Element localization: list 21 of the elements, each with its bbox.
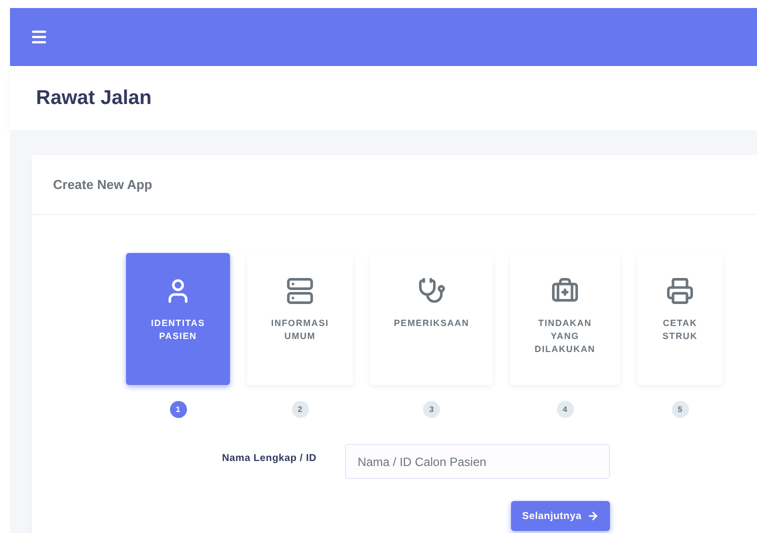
step-number: 3 <box>423 401 440 418</box>
step-tab[interactable]: TINDAKAN YANG DILAKUKAN <box>510 253 620 385</box>
server-icon <box>286 277 314 305</box>
step-tab[interactable]: INFORMASI UMUM <box>247 253 353 385</box>
printer-icon <box>666 277 694 305</box>
stethoscope-icon <box>418 277 446 305</box>
step-number: 1 <box>170 401 186 418</box>
step-number: 5 <box>672 401 688 418</box>
step-tab[interactable]: PEMERIKSAAN <box>370 253 493 385</box>
step-tab[interactable]: CETAK STRUK <box>637 253 723 385</box>
card-title: Create New App <box>53 177 152 192</box>
step-tab[interactable]: IDENTITAS PASIEN <box>126 253 230 385</box>
menu-button[interactable] <box>30 28 48 46</box>
arrow-icon <box>586 510 599 522</box>
next-button[interactable]: Selanjutnya <box>511 501 610 531</box>
page-title: Rawat Jalan <box>36 86 152 110</box>
menu-icon <box>30 28 48 46</box>
field-label: Nama Lengkap / ID <box>222 452 317 464</box>
step-number: 4 <box>556 401 574 418</box>
step-number: 2 <box>292 401 308 418</box>
name-input-field[interactable]: Nama / ID Calon Pasien <box>344 444 610 479</box>
